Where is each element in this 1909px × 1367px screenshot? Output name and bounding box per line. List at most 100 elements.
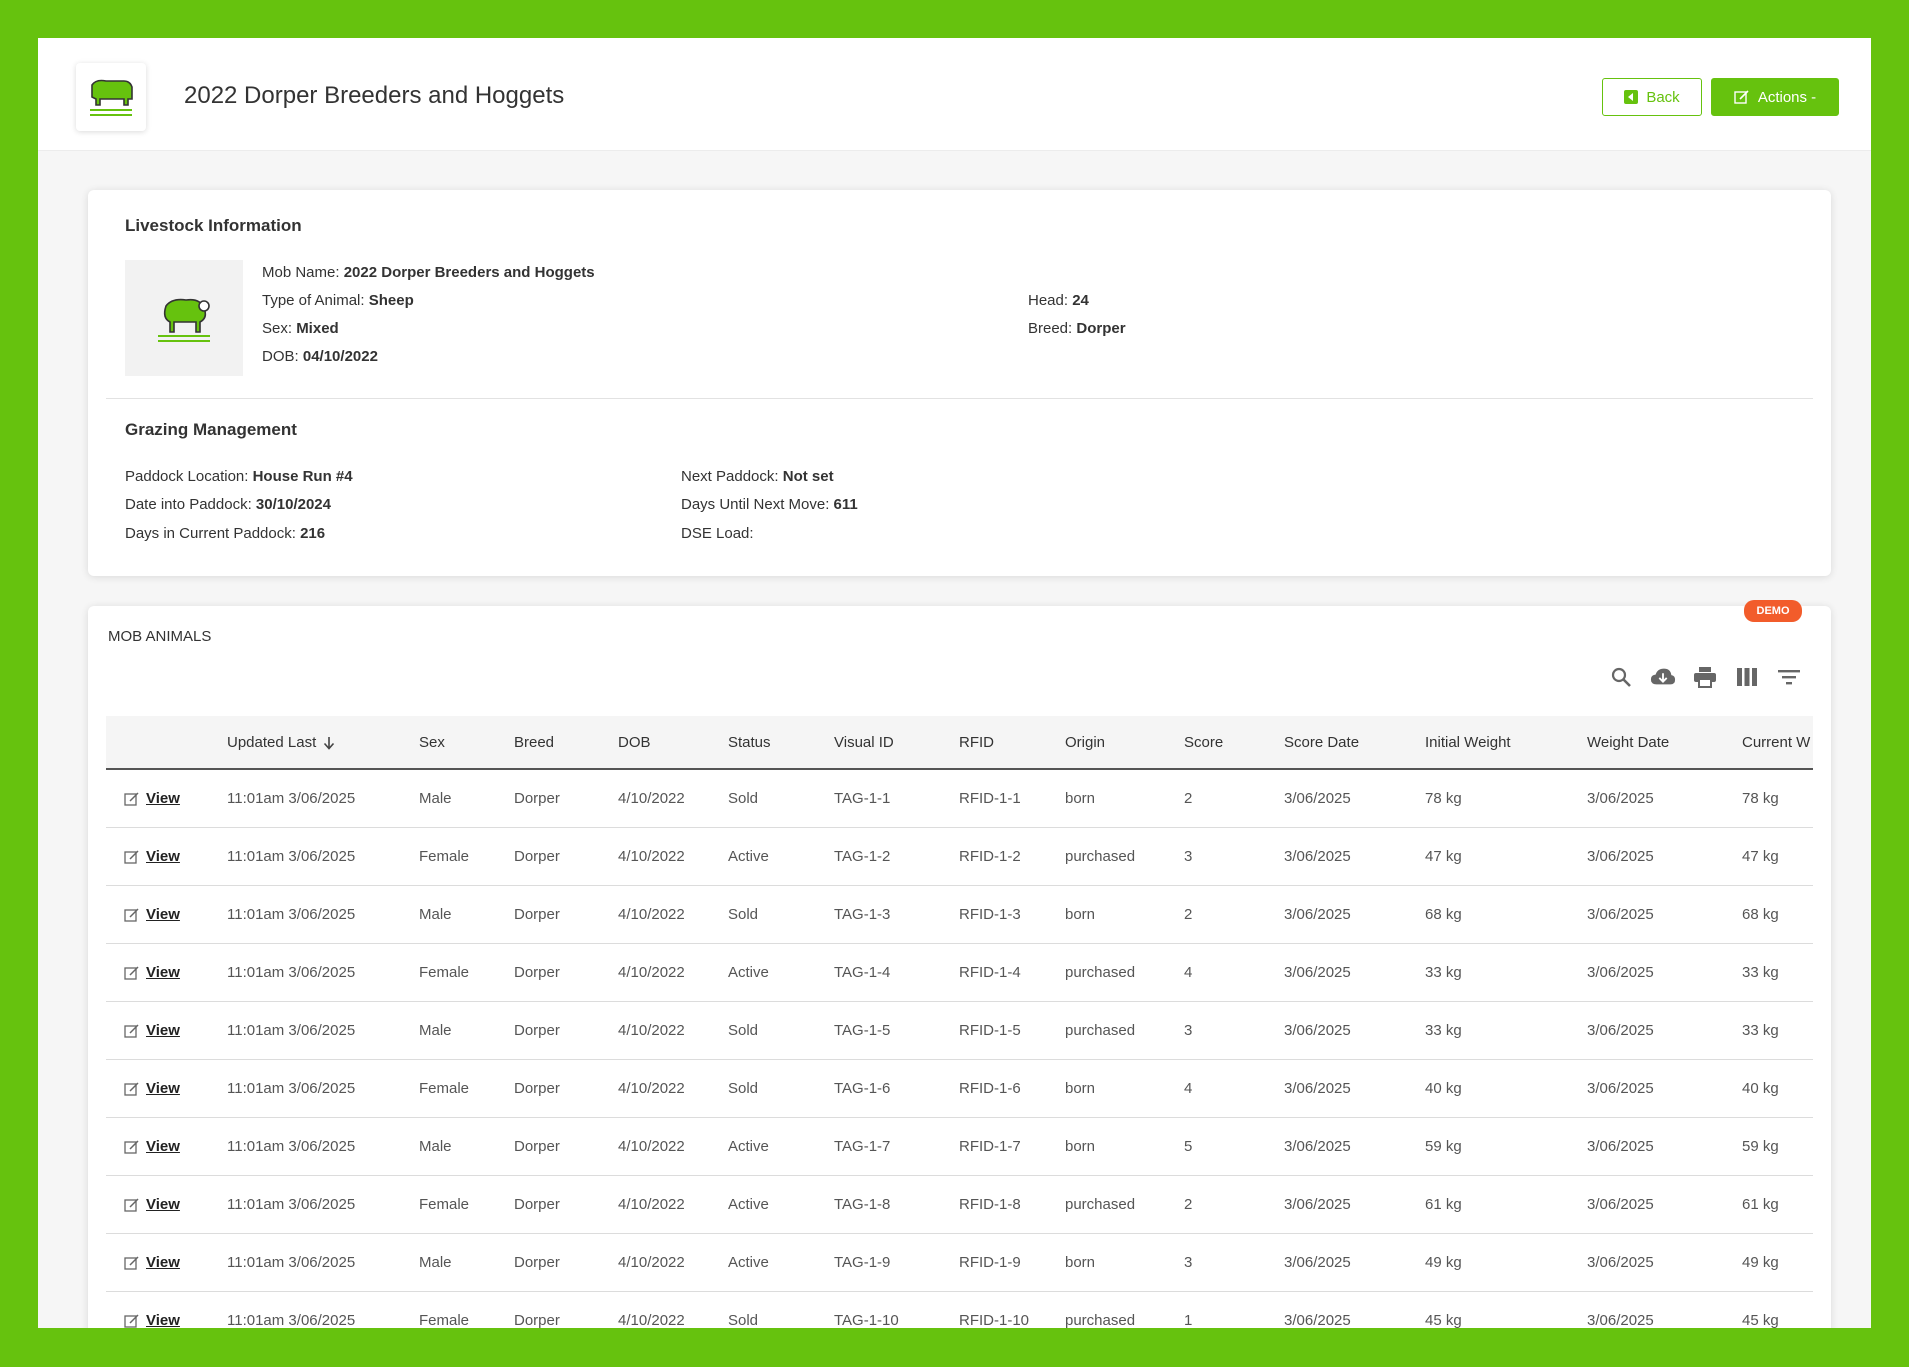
table-cell: 11:01am 3/06/2025 (227, 1001, 419, 1060)
dob-label: DOB: (262, 348, 299, 365)
search-button[interactable] (1608, 664, 1634, 690)
edit-icon[interactable] (124, 1313, 140, 1328)
next-paddock-field: Next Paddock: Not set (681, 468, 834, 485)
column-header[interactable]: Breed (514, 716, 618, 770)
table-cell: purchased (1065, 943, 1184, 1002)
table-header-row: Updated Last Sex Breed DOB Status Visual ID RF… (106, 716, 1813, 770)
column-header[interactable]: Initial Weight (1425, 716, 1587, 770)
table-row: View 11:01am 3/06/2025 Female Dorper 4/10/20… (106, 943, 1813, 1002)
columns-icon (1737, 668, 1757, 686)
table-cell: 3/06/2025 (1587, 1233, 1742, 1292)
view-link[interactable]: View (146, 1196, 180, 1213)
column-header[interactable]: Current W (1742, 716, 1813, 770)
sort-descending-icon[interactable] (322, 736, 336, 750)
table-cell: 3/06/2025 (1284, 769, 1425, 828)
table-cell: TAG-1-1 (834, 769, 959, 828)
table-cell: 11:01am 3/06/2025 (227, 1117, 419, 1176)
grazing-section-title: Grazing Management (125, 420, 297, 439)
column-header[interactable]: Updated Last (227, 716, 419, 770)
dse-field: DSE Load: (681, 525, 754, 542)
table-cell: Female (419, 1175, 514, 1234)
column-header[interactable]: Status (728, 716, 834, 770)
breed-field: Breed: Dorper (1028, 320, 1126, 337)
view-link[interactable]: View (146, 1022, 180, 1039)
table-cell: 3/06/2025 (1284, 1233, 1425, 1292)
table-cell: Dorper (514, 1059, 618, 1118)
sex-value: Mixed (296, 320, 339, 337)
table-cell: 3/06/2025 (1587, 1059, 1742, 1118)
column-header[interactable]: Score Date (1284, 716, 1425, 770)
print-button[interactable] (1692, 664, 1718, 690)
table-cell: 2 (1184, 1175, 1284, 1234)
paddock-field: Paddock Location: House Run #4 (125, 468, 353, 485)
table-cell: 47 kg (1425, 827, 1587, 886)
next-paddock-value: Not set (782, 468, 834, 485)
table-cell: 11:01am 3/06/2025 (227, 943, 419, 1002)
column-header[interactable]: DOB (618, 716, 728, 770)
column-header[interactable]: RFID (959, 716, 1065, 770)
livestock-section-title: Livestock Information (125, 216, 302, 235)
head-label: Head: (1028, 292, 1069, 309)
table-cell: born (1065, 1059, 1184, 1118)
table-cell: 4/10/2022 (618, 1059, 728, 1118)
download-button[interactable] (1650, 664, 1676, 690)
edit-icon[interactable] (124, 965, 140, 981)
head-field: Head: 24 (1028, 292, 1089, 309)
edit-icon[interactable] (124, 907, 140, 923)
column-header[interactable]: Score (1184, 716, 1284, 770)
page-header: 2022 Dorper Breeders and Hoggets Back Ac… (38, 38, 1871, 151)
table-cell: 3/06/2025 (1284, 885, 1425, 944)
edit-icon[interactable] (124, 1081, 140, 1097)
livestock-card: Livestock Information Mob Name: 2022 Dor… (88, 190, 1831, 576)
view-link[interactable]: View (146, 964, 180, 981)
table-cell: 3/06/2025 (1284, 943, 1425, 1002)
view-link[interactable]: View (146, 1312, 180, 1328)
edit-icon[interactable] (124, 791, 140, 807)
column-header[interactable]: Weight Date (1587, 716, 1742, 770)
edit-icon[interactable] (124, 1139, 140, 1155)
table-cell: purchased (1065, 827, 1184, 886)
table-cell: RFID-1-3 (959, 885, 1065, 944)
animal-thumbnail (125, 260, 243, 376)
table-cell: Female (419, 827, 514, 886)
table-cell: 2 (1184, 885, 1284, 944)
view-link[interactable]: View (146, 1080, 180, 1097)
table-cell: Dorper (514, 1233, 618, 1292)
table-cell: Male (419, 1117, 514, 1176)
columns-button[interactable] (1734, 664, 1760, 690)
column-header[interactable]: Sex (419, 716, 514, 770)
view-link[interactable]: View (146, 906, 180, 923)
table-cell: 40 kg (1742, 1059, 1813, 1118)
sex-field: Sex: Mixed (262, 320, 339, 337)
view-link[interactable]: View (146, 790, 180, 807)
column-header[interactable] (106, 716, 227, 770)
back-arrow-icon (1624, 90, 1639, 104)
edit-icon[interactable] (124, 1023, 140, 1039)
back-button[interactable]: Back (1602, 78, 1702, 116)
mob-animals-table: Updated Last Sex Breed DOB Status Visual ID RF… (106, 716, 1813, 1328)
view-cell: View (106, 1175, 227, 1234)
mob-animals-table-container[interactable]: Updated Last Sex Breed DOB Status Visual ID RF… (106, 716, 1813, 1328)
column-header[interactable]: Origin (1065, 716, 1184, 770)
sex-label: Sex: (262, 320, 293, 337)
actions-button[interactable]: Actions - (1711, 78, 1839, 116)
view-link[interactable]: View (146, 1254, 180, 1271)
view-link[interactable]: View (146, 1138, 180, 1155)
table-cell: 3/06/2025 (1587, 943, 1742, 1002)
filter-button[interactable] (1776, 664, 1802, 690)
table-row: View 11:01am 3/06/2025 Female Dorper 4/10/20… (106, 1059, 1813, 1118)
table-cell: Male (419, 769, 514, 828)
edit-icon[interactable] (124, 1197, 140, 1213)
table-cell: Female (419, 943, 514, 1002)
table-cell: Female (419, 1059, 514, 1118)
edit-icon[interactable] (124, 849, 140, 865)
table-cell: 3 (1184, 1233, 1284, 1292)
table-cell: 33 kg (1425, 1001, 1587, 1060)
table-row: View 11:01am 3/06/2025 Male Dorper 4/10/2022… (106, 769, 1813, 828)
next-paddock-label: Next Paddock: (681, 468, 779, 485)
actions-button-label: Actions - (1757, 88, 1817, 106)
edit-icon[interactable] (124, 1255, 140, 1271)
column-header[interactable]: Visual ID (834, 716, 959, 770)
view-link[interactable]: View (146, 848, 180, 865)
dob-field: DOB: 04/10/2022 (262, 348, 378, 365)
